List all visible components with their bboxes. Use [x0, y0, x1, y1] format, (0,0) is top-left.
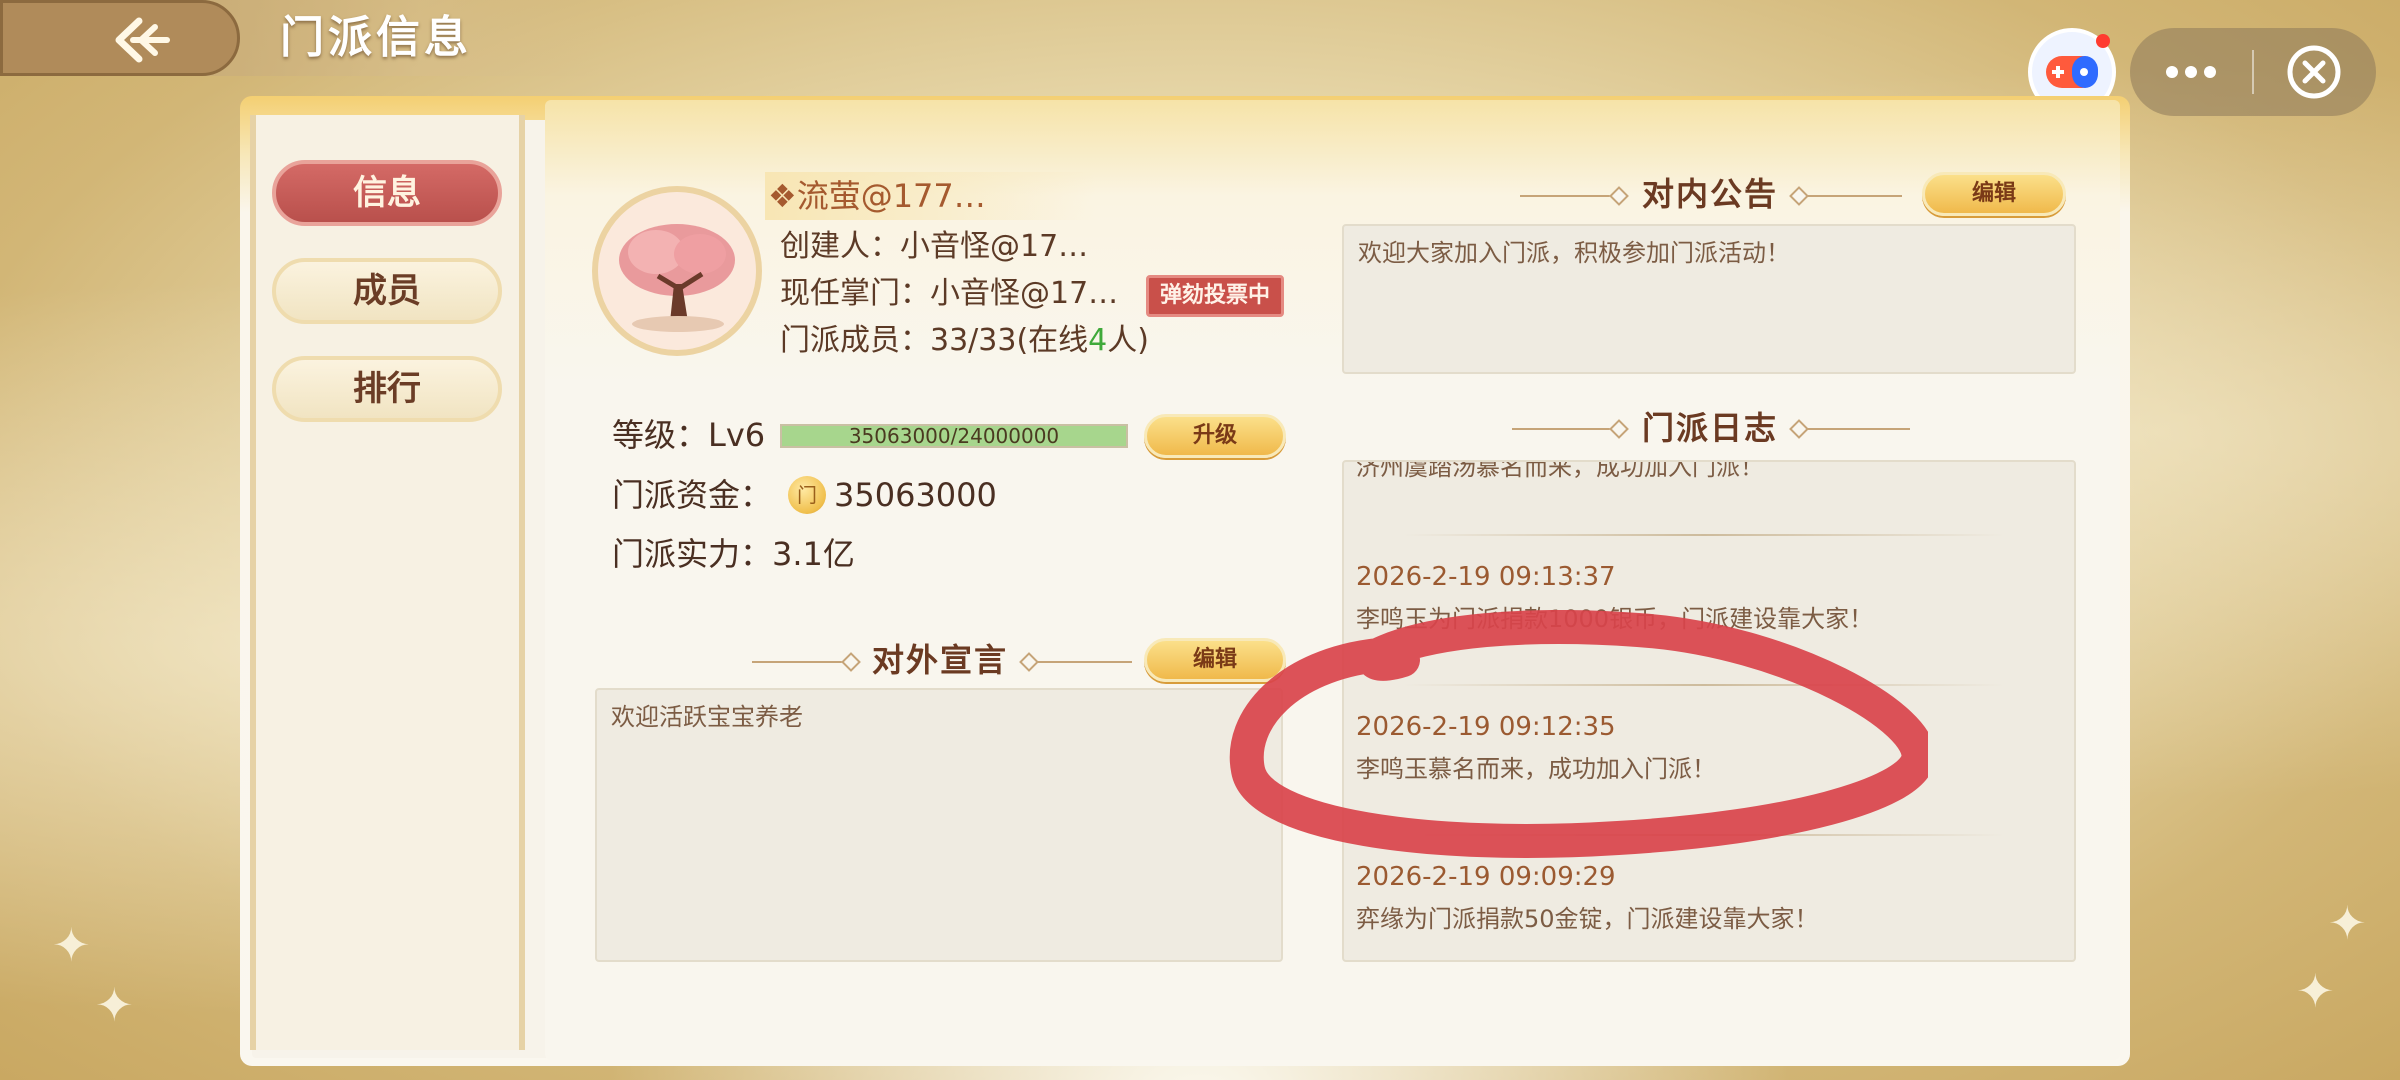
deco-line: [1806, 195, 1902, 197]
deco-line: [752, 661, 848, 663]
exp-progress-bar: 35063000/24000000: [780, 424, 1128, 448]
notice-text: 欢迎大家加入门派，积极参加门派活动！: [1358, 239, 1790, 267]
level-label: 等级：Lv6: [612, 416, 766, 454]
sparkle-icon: ✦: [52, 918, 91, 972]
tab-info[interactable]: 信息: [272, 160, 502, 226]
log-message: 李鸣玉为门派捐款1000银币，门派建设靠大家！: [1356, 605, 1874, 633]
online-count: 4: [1088, 323, 1108, 358]
log-divider: [1404, 534, 2004, 536]
back-button[interactable]: [0, 0, 240, 76]
log-list[interactable]: 济州虞踏汤慕名而来，成功加入门派！ 2026-2-19 09:13:37 李鸣玉…: [1342, 460, 2076, 962]
upgrade-button[interactable]: 升级: [1144, 414, 1286, 458]
sparkle-icon: ✦: [95, 978, 134, 1032]
declaration-box: 欢迎活跃宝宝养老: [595, 688, 1283, 962]
tab-members[interactable]: 成员: [272, 258, 502, 324]
deco-line: [1520, 195, 1616, 197]
log-time: 2026-2-19 09:13:37: [1356, 562, 1616, 592]
deco-line: [1806, 428, 1910, 430]
notification-dot: [2096, 34, 2110, 48]
deco-line: [1512, 428, 1616, 430]
log-message: 弈缘为门派捐款50金锭，门派建设靠大家！: [1356, 905, 1819, 933]
sect-name: ❖流萤@177…: [768, 177, 986, 215]
log-time: 2026-2-19 09:09:29: [1356, 862, 1616, 892]
back-arrow-icon: [115, 17, 170, 63]
more-dots-icon: [2166, 66, 2216, 78]
log-divider: [1404, 684, 2004, 686]
page-title: 门派信息: [280, 12, 472, 63]
creator-label: 创建人：小音怪@17…: [780, 229, 1089, 264]
declaration-title: 对外宣言: [872, 641, 1009, 679]
coin-icon: 门: [788, 476, 826, 514]
sidebar: [250, 115, 525, 1050]
declaration-text: 欢迎活跃宝宝养老: [611, 703, 803, 731]
sparkle-icon: ✦: [2296, 964, 2335, 1018]
funds-label: 门派资金：: [612, 476, 773, 514]
close-circle-icon: [2287, 45, 2341, 99]
funds-value: 35063000: [834, 476, 997, 514]
sparkle-icon: ✦: [2328, 896, 2367, 950]
tree-icon: [598, 192, 756, 350]
log-title: 门派日志: [1642, 409, 1779, 447]
notice-title: 对内公告: [1642, 175, 1779, 213]
impeach-vote-badge[interactable]: 弹劾投票中: [1146, 275, 1284, 317]
more-button[interactable]: [2130, 28, 2252, 116]
notice-box: 欢迎大家加入门派，积极参加门派活动！: [1342, 224, 2076, 374]
log-divider: [1404, 834, 2004, 836]
log-partial-message: 济州虞踏汤慕名而来，成功加入门派！: [1356, 460, 1764, 481]
exp-progress-text: 35063000/24000000: [848, 424, 1060, 448]
mini-program-capsule: [2130, 28, 2376, 116]
close-button[interactable]: [2254, 28, 2376, 116]
tab-ranking[interactable]: 排行: [272, 356, 502, 422]
leader-label: 现任掌门：小音怪@17…: [780, 276, 1119, 311]
declaration-edit-button[interactable]: 编辑: [1144, 638, 1286, 682]
sect-avatar: [592, 186, 762, 356]
notice-edit-button[interactable]: 编辑: [1922, 172, 2066, 216]
members-count: 门派成员：33/33(在线4人): [780, 323, 1149, 358]
deco-line: [1036, 661, 1132, 663]
log-message: 李鸣玉慕名而来，成功加入门派！: [1356, 755, 1716, 783]
strength-label: 门派实力：3.1亿: [612, 535, 855, 573]
log-time: 2026-2-19 09:12:35: [1356, 712, 1616, 742]
